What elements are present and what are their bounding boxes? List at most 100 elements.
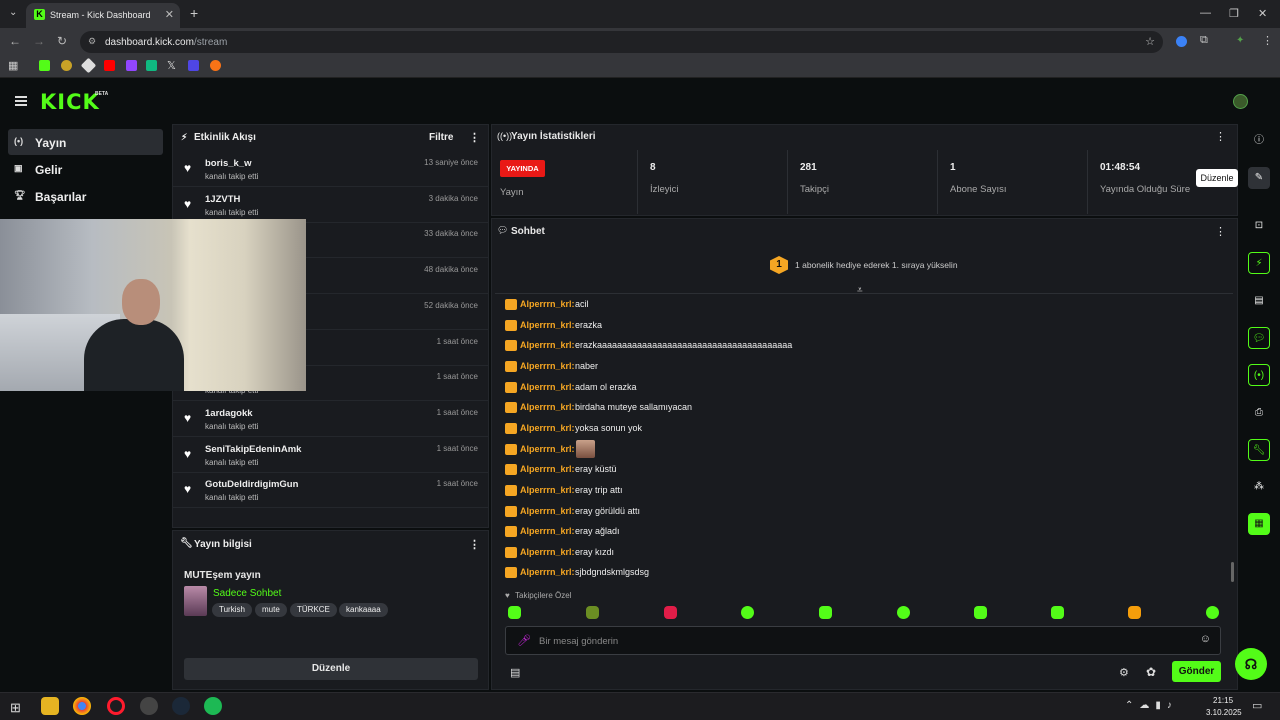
sidebar-item-gelir[interactable]: ▣ Gelir [8, 156, 163, 182]
url-field[interactable]: ⚙ dashboard.kick.com/stream ☆ [80, 31, 1163, 53]
chat-scrollbar[interactable] [1231, 562, 1234, 582]
bookmark-icon[interactable] [146, 60, 157, 71]
more-options-icon[interactable]: ⋮ [469, 538, 480, 551]
bookmark-twitch-icon[interactable] [126, 60, 137, 71]
info-icon[interactable]: ⓘ [1248, 130, 1270, 152]
more-options-icon[interactable]: ⋮ [469, 131, 480, 144]
site-info-icon[interactable]: ⚙ [88, 36, 96, 47]
emote-icon[interactable] [664, 606, 677, 619]
gift-icon[interactable]: ✿ [1146, 665, 1156, 679]
follower-name[interactable]: SeniTakipEdeninAmk [205, 444, 301, 455]
bookmark-youtube-icon[interactable] [104, 60, 115, 71]
edit-pencil-icon[interactable]: ✎ [1248, 167, 1270, 189]
notifications-icon[interactable]: ▭ [1252, 699, 1262, 712]
microphone-icon[interactable]: 🎤︎ [517, 634, 531, 647]
bookmark-icon[interactable] [61, 60, 72, 71]
bookmark-icon[interactable] [188, 60, 199, 71]
chat-username[interactable]: Alperrrn_krl: [520, 382, 575, 392]
new-tab-icon[interactable]: + [190, 5, 198, 21]
app-icon[interactable] [140, 697, 158, 715]
tag-chip[interactable]: Turkish [212, 603, 252, 617]
lightning-icon[interactable]: ⚡︎ [1248, 252, 1270, 274]
chrome-icon[interactable] [73, 697, 91, 715]
chat-username[interactable]: Alperrrn_krl: [520, 464, 575, 474]
tray-icons[interactable]: ⌃☁▮♪ [1125, 700, 1178, 711]
tag-chip[interactable]: TÜRKCE [290, 603, 337, 617]
follower-name[interactable]: 1ardagokk [205, 408, 253, 419]
printer-icon[interactable]: ⎙ [1248, 402, 1270, 424]
chat-settings-icon[interactable]: ⚙ [1119, 666, 1129, 679]
sidebar-item-yayin[interactable]: (•) Yayın [8, 129, 163, 155]
profile-extension-icon[interactable]: ✦ [1236, 35, 1244, 46]
emote-icon[interactable] [1206, 606, 1219, 619]
chat-username[interactable]: Alperrrn_krl: [520, 526, 575, 536]
tag-chip[interactable]: mute [255, 603, 287, 617]
chat-username[interactable]: Alperrrn_krl: [520, 299, 575, 309]
chat-icon[interactable]: 💬︎ [1248, 327, 1270, 349]
close-tab-icon[interactable]: ✕ [165, 8, 174, 21]
browser-tab[interactable]: K Stream - Kick Dashboard ✕ [26, 3, 180, 28]
follower-name[interactable]: boris_k_w [205, 158, 251, 169]
sidebar-item-basarilar[interactable]: 🏆︎ Başarılar [8, 183, 163, 209]
forward-icon[interactable]: → [33, 34, 45, 48]
menu-icon[interactable] [15, 96, 27, 98]
chat-username[interactable]: Alperrrn_krl: [520, 547, 575, 557]
tag-chip[interactable]: kankaaaa [339, 603, 388, 617]
emote-icon[interactable] [819, 606, 832, 619]
dots-cluster-icon[interactable]: ⁂ [1248, 476, 1270, 498]
send-button[interactable]: Gönder [1172, 661, 1221, 682]
emote-icon[interactable] [974, 606, 987, 619]
edit-stream-info-button[interactable]: Düzenle [184, 658, 478, 680]
restore-icon[interactable]: ❐ [1229, 7, 1239, 20]
scroll-to-bottom-icon[interactable]: ⩡ [857, 285, 863, 296]
broadcast-icon[interactable]: (•) [1248, 364, 1270, 386]
bookmark-icon[interactable] [210, 60, 221, 71]
chat-username[interactable]: Alperrrn_krl: [520, 361, 575, 371]
chat-input[interactable]: 🎤︎ Bir mesaj gönderin ☺ [505, 626, 1221, 655]
bookmark-kick-icon[interactable] [39, 60, 50, 71]
tab-list-chevron-icon[interactable]: ⌄ [9, 7, 17, 18]
chat-username[interactable]: Alperrrn_krl: [520, 320, 575, 330]
scan-icon[interactable]: ⊡ [1248, 215, 1270, 237]
chat-username[interactable]: Alperrrn_krl: [520, 485, 575, 495]
document-icon[interactable]: ▤ [1248, 290, 1270, 312]
emote-icon[interactable] [897, 606, 910, 619]
windows-start-icon[interactable]: ⊞ [10, 700, 21, 716]
file-explorer-icon[interactable] [41, 697, 59, 715]
close-window-icon[interactable]: ✕ [1258, 7, 1267, 20]
bookmark-x-icon[interactable]: 𝕏 [167, 59, 176, 72]
extensions-puzzle-icon[interactable]: ⧉ [1200, 34, 1208, 47]
emote-icon[interactable] [741, 606, 754, 619]
clapperboard-icon[interactable]: ▦ [1248, 513, 1270, 535]
follower-name[interactable]: GotuDeldirdigimGun [205, 479, 298, 490]
chat-username[interactable]: Alperrrn_krl: [520, 402, 575, 412]
chat-username[interactable]: Alperrrn_krl: [520, 506, 575, 516]
emote-icon[interactable] [1128, 606, 1141, 619]
more-options-icon[interactable]: ⋮ [1215, 225, 1226, 238]
emoji-icon[interactable]: ☺ [1200, 633, 1211, 645]
avatar[interactable] [1233, 94, 1248, 109]
filter-button[interactable]: Filtre [429, 132, 453, 143]
emote-icon[interactable] [586, 606, 599, 619]
opera-icon[interactable] [107, 697, 125, 715]
wrench-icon[interactable]: 🔧︎ [1248, 439, 1270, 461]
reload-icon[interactable]: ↻ [57, 34, 67, 48]
category-link[interactable]: Sadece Sohbet [213, 588, 281, 599]
spotify-icon[interactable] [204, 697, 222, 715]
minimize-icon[interactable]: — [1200, 7, 1211, 19]
extension-icon[interactable] [1176, 36, 1187, 47]
apps-grid-icon[interactable]: ▦ [8, 59, 18, 72]
browser-menu-icon[interactable]: ⋮ [1262, 34, 1273, 47]
bookmark-star-icon[interactable]: ☆ [1145, 35, 1155, 48]
support-icon[interactable]: ☊ [1235, 648, 1267, 680]
chat-username[interactable]: Alperrrn_krl: [520, 444, 575, 454]
follower-name[interactable]: 1JZVTH [205, 194, 240, 205]
back-icon[interactable]: ← [9, 34, 21, 48]
more-options-icon[interactable]: ⋮ [1215, 130, 1226, 143]
chat-username[interactable]: Alperrrn_krl: [520, 567, 575, 577]
store-icon[interactable]: ▤ [510, 666, 520, 679]
chat-username[interactable]: Alperrrn_krl: [520, 423, 575, 433]
chat-username[interactable]: Alperrrn_krl: [520, 340, 575, 350]
kick-logo[interactable]: KICK [40, 90, 100, 114]
emote-icon[interactable] [508, 606, 521, 619]
